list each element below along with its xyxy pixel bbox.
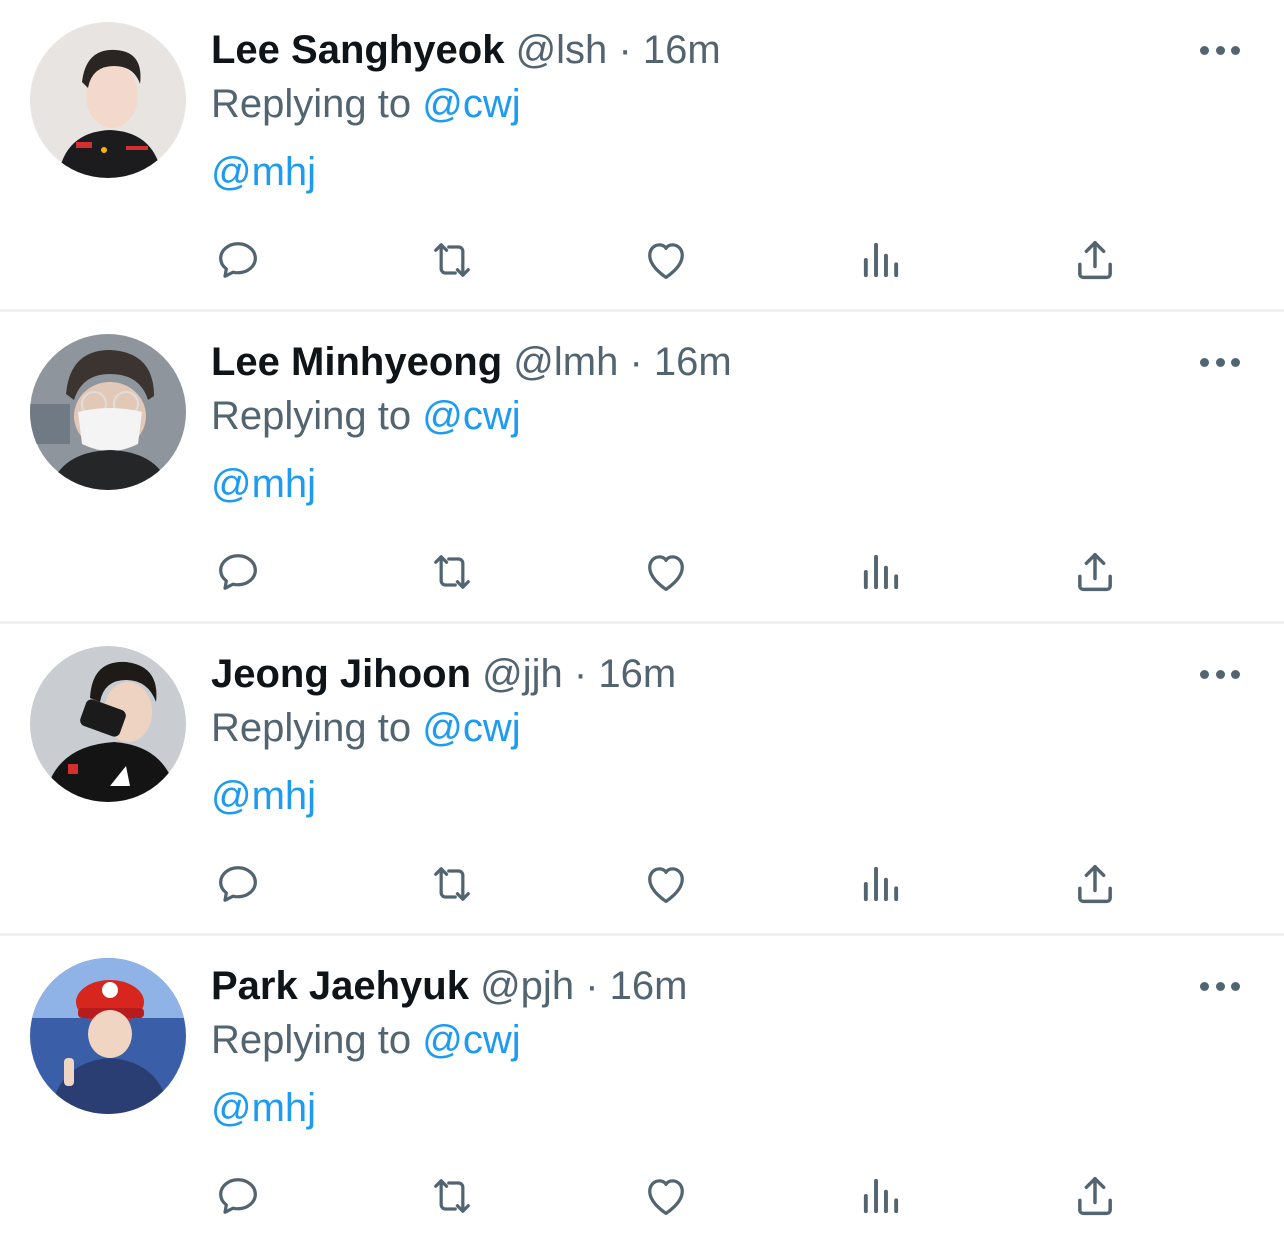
timeline-feed: Lee Sanghyeok @lsh · 16m Replying to @cw… xyxy=(0,0,1284,1236)
like-icon xyxy=(648,1179,684,1215)
separator: · xyxy=(618,28,632,72)
avatar-photo xyxy=(30,958,186,1114)
views-button[interactable] xyxy=(853,544,909,600)
avatar-photo xyxy=(30,22,186,178)
display-name[interactable]: Lee Minhyeong xyxy=(211,340,502,384)
replying-to: Replying to @cwj xyxy=(211,80,521,128)
share-button[interactable] xyxy=(1067,544,1123,600)
reply-button[interactable] xyxy=(210,544,266,600)
views-icon xyxy=(863,242,899,278)
tweet-text[interactable]: @mhj xyxy=(211,772,316,820)
replying-label: Replying to xyxy=(211,82,412,126)
reply-button[interactable] xyxy=(210,856,266,912)
views-icon xyxy=(863,866,899,902)
tweet[interactable]: Lee Minhyeong @lmh · 16m Replying to @cw… xyxy=(0,312,1284,624)
tweet-header: Lee Sanghyeok @lsh · 16m xyxy=(211,26,721,74)
replying-to: Replying to @cwj xyxy=(211,1016,521,1064)
timestamp[interactable]: 16m xyxy=(643,28,721,72)
reply-icon xyxy=(219,866,257,902)
separator: · xyxy=(573,652,588,696)
display-name[interactable]: Lee Sanghyeok xyxy=(211,28,504,72)
timestamp[interactable]: 16m xyxy=(610,964,688,1008)
reply-button[interactable] xyxy=(210,232,266,288)
retweet-button[interactable] xyxy=(424,1168,480,1224)
views-icon xyxy=(863,1178,899,1214)
views-icon xyxy=(863,554,899,590)
user-handle[interactable]: @lsh xyxy=(516,28,608,72)
tweet-text[interactable]: @mhj xyxy=(211,1084,316,1132)
share-icon xyxy=(1078,1176,1112,1216)
separator: · xyxy=(629,340,643,384)
more-options-icon[interactable] xyxy=(1200,38,1240,62)
display-name[interactable]: Jeong Jihoon xyxy=(211,652,471,696)
reply-icon xyxy=(219,242,257,278)
tweet-actions xyxy=(210,544,1130,604)
replying-to: Replying to @cwj xyxy=(211,704,521,752)
retweet-icon xyxy=(434,555,470,589)
replying-to-mention[interactable]: @cwj xyxy=(422,706,520,750)
tweet-actions xyxy=(210,856,1130,916)
separator: · xyxy=(585,964,599,1008)
retweet-icon xyxy=(434,1179,470,1213)
share-button[interactable] xyxy=(1067,856,1123,912)
share-icon xyxy=(1078,240,1112,280)
replying-to: Replying to @cwj xyxy=(211,392,521,440)
avatar-photo xyxy=(30,334,186,490)
user-handle[interactable]: @lmh xyxy=(513,340,618,384)
replying-to-mention[interactable]: @cwj xyxy=(422,1018,520,1062)
reply-icon xyxy=(219,1178,257,1214)
replying-label: Replying to xyxy=(211,1018,412,1062)
views-button[interactable] xyxy=(853,856,909,912)
tweet[interactable]: Jeong Jihoon @jjh · 16m Replying to @cwj… xyxy=(0,624,1284,936)
retweet-icon xyxy=(434,243,470,277)
like-icon xyxy=(648,867,684,903)
more-options-icon[interactable] xyxy=(1200,974,1240,998)
avatar[interactable] xyxy=(30,334,186,490)
like-icon xyxy=(648,555,684,591)
more-options-icon[interactable] xyxy=(1200,350,1240,374)
like-button[interactable] xyxy=(638,856,694,912)
timestamp[interactable]: 16m xyxy=(654,340,732,384)
tweet-actions xyxy=(210,232,1130,292)
retweet-button[interactable] xyxy=(424,544,480,600)
share-button[interactable] xyxy=(1067,232,1123,288)
tweet[interactable]: Park Jaehyuk @pjh · 16m Replying to @cwj… xyxy=(0,936,1284,1236)
avatar[interactable] xyxy=(30,958,186,1114)
reply-icon xyxy=(219,554,257,590)
more-options-icon[interactable] xyxy=(1200,662,1240,686)
views-button[interactable] xyxy=(853,232,909,288)
replying-label: Replying to xyxy=(211,706,412,750)
retweet-button[interactable] xyxy=(424,232,480,288)
like-button[interactable] xyxy=(638,1168,694,1224)
tweet[interactable]: Lee Sanghyeok @lsh · 16m Replying to @cw… xyxy=(0,0,1284,312)
tweet-header: Jeong Jihoon @jjh · 16m xyxy=(211,650,676,698)
tweet-text[interactable]: @mhj xyxy=(211,460,316,508)
avatar[interactable] xyxy=(30,646,186,802)
avatar-photo xyxy=(30,646,186,802)
tweet-header: Park Jaehyuk @pjh · 16m xyxy=(211,962,687,1010)
share-button[interactable] xyxy=(1067,1168,1123,1224)
replying-to-mention[interactable]: @cwj xyxy=(422,82,520,126)
like-button[interactable] xyxy=(638,232,694,288)
like-button[interactable] xyxy=(638,544,694,600)
tweet-header: Lee Minhyeong @lmh · 16m xyxy=(211,338,732,386)
like-icon xyxy=(648,243,684,279)
share-icon xyxy=(1078,864,1112,904)
replying-to-mention[interactable]: @cwj xyxy=(422,394,520,438)
replying-label: Replying to xyxy=(211,394,412,438)
user-handle[interactable]: @jjh xyxy=(482,652,563,696)
views-button[interactable] xyxy=(853,1168,909,1224)
reply-button[interactable] xyxy=(210,1168,266,1224)
retweet-button[interactable] xyxy=(424,856,480,912)
tweet-actions xyxy=(210,1168,1130,1228)
share-icon xyxy=(1078,552,1112,592)
tweet-text[interactable]: @mhj xyxy=(211,148,316,196)
retweet-icon xyxy=(434,867,470,901)
display-name[interactable]: Park Jaehyuk xyxy=(211,964,469,1008)
avatar[interactable] xyxy=(30,22,186,178)
timestamp[interactable]: 16m xyxy=(598,652,676,696)
user-handle[interactable]: @pjh xyxy=(480,964,574,1008)
